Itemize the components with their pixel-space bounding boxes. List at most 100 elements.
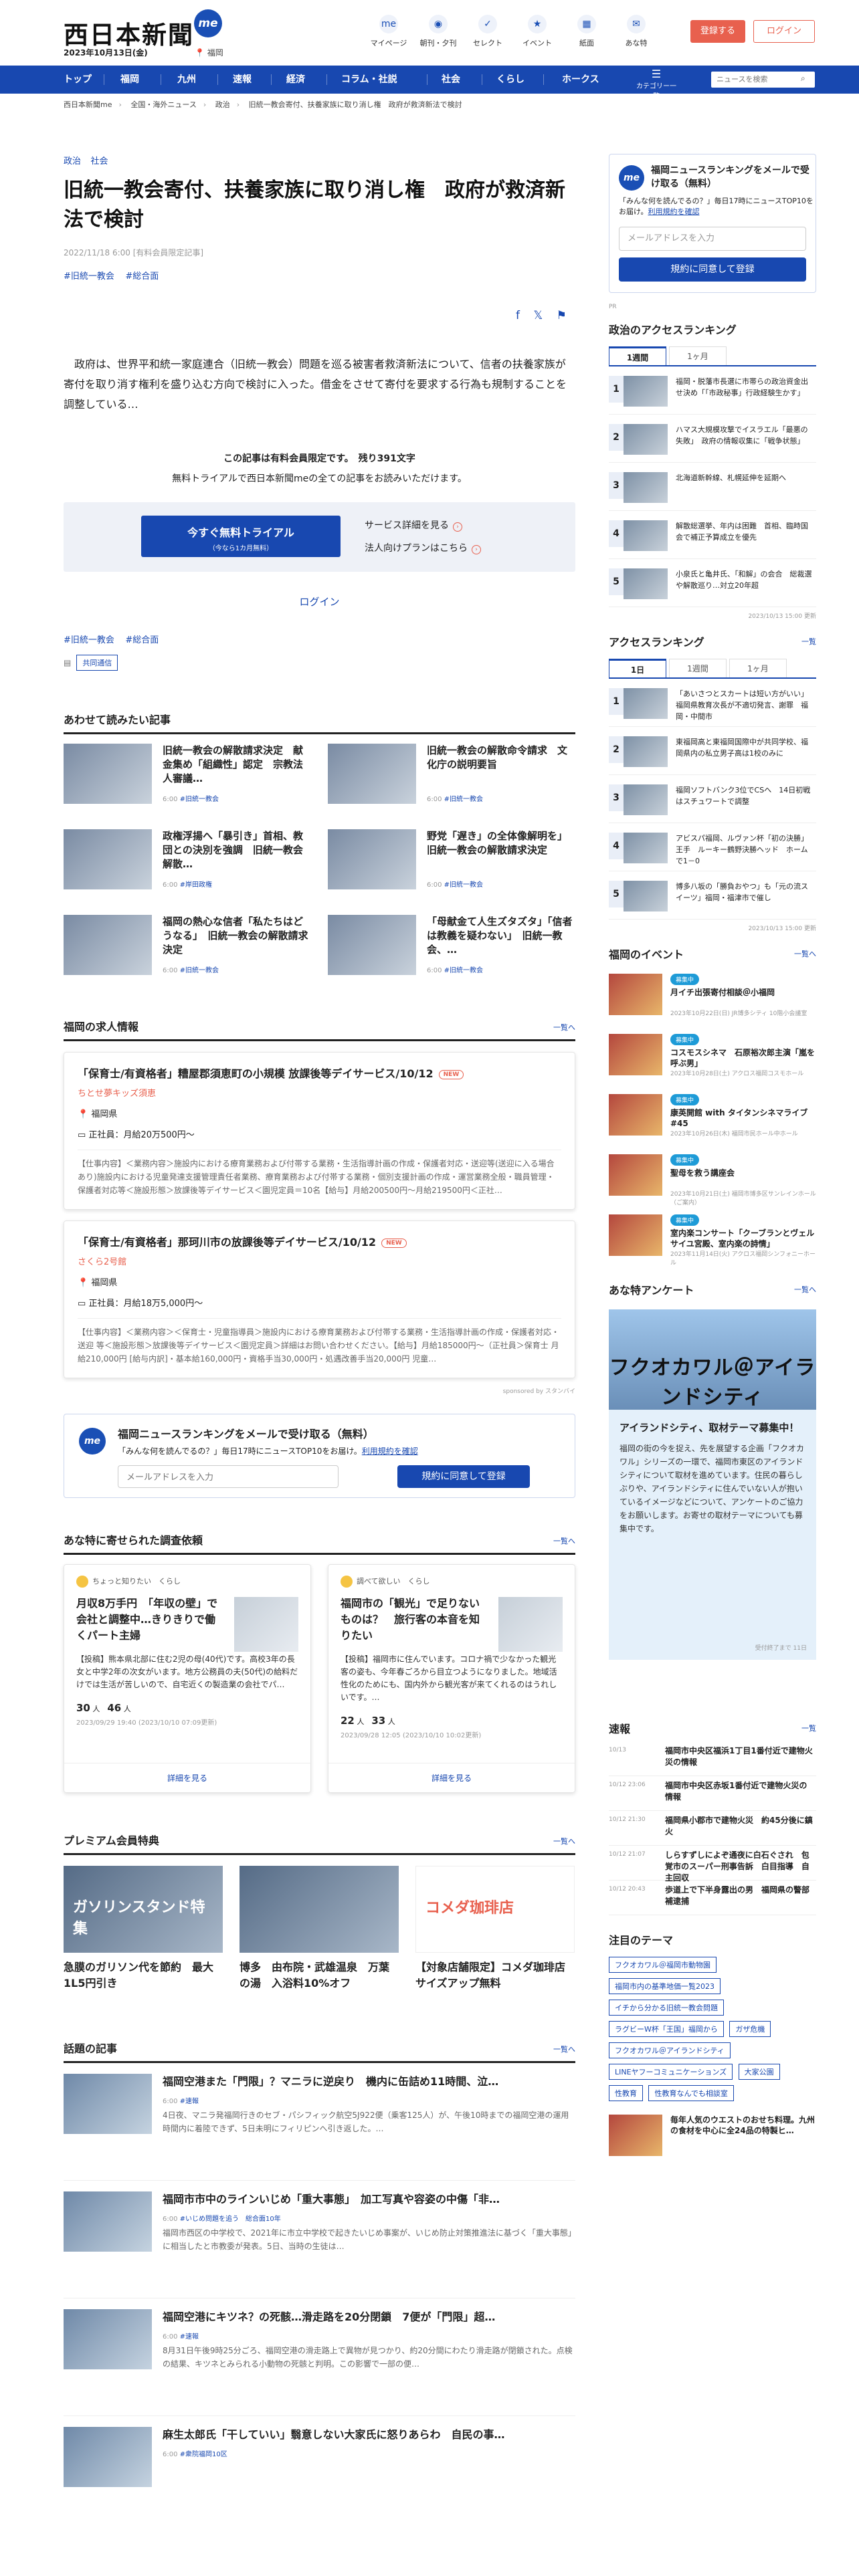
theme-tag[interactable]: フクオカワル＠福岡市動物園: [609, 1957, 717, 1973]
related-item[interactable]: 政権浮揚へ「暴引き」首相、教団との決別を強調 旧統一教会解散… 6:00 #岸田政…: [64, 829, 311, 889]
nav-item-top[interactable]: トップ: [64, 66, 92, 94]
breaking-item[interactable]: 10/12 21:07 しらすずしによぞ通夜に白石ぐされ 包覚市のスーパー刑事告訴…: [609, 1846, 816, 1883]
premium-more-link[interactable]: 一覧へ: [553, 1836, 575, 1846]
tab-week[interactable]: 1週間: [669, 659, 727, 677]
premium-item[interactable]: ガソリンスタンド特集 急膜のガリソン代を節約 最大1L5円引き: [64, 1866, 223, 1992]
survey-card[interactable]: ちょっと知りたい くらし 月収8万手円 「年収の壁」で会社と調整中…きりきりで働…: [64, 1564, 311, 1793]
theme-tag[interactable]: フクオカワル＠アイランドシティ: [609, 2042, 731, 2058]
breadcrumb-item[interactable]: 全国・海外ニュース: [130, 100, 196, 109]
ranking-item[interactable]: 2 東福岡高と東福岡国際中が共同学校、福岡県内の私立男子高は1校のみに: [609, 727, 816, 775]
event-item[interactable]: 募集中 康英開館 with タイタンシネマライブ#45 2023年10月26日(木)…: [609, 1094, 816, 1148]
event-item[interactable]: 募集中 月イチ出張寄付相談＠小福岡 2023年10月22日(日) JR博多シティ 1…: [609, 974, 816, 1027]
event-item[interactable]: 募集中 コスモスシネマ 石原裕次郎主演「嵐を呼ぶ男」 2023年10月28日(土) …: [609, 1034, 816, 1087]
events-more-link[interactable]: 一覧へ: [794, 948, 816, 959]
ranking-item[interactable]: 3 福岡ソフトバンク3位でCSへ 14日初戦はスチュワートで調整: [609, 775, 816, 823]
access-more-link[interactable]: 一覧: [801, 636, 816, 647]
facebook-icon[interactable]: f: [516, 309, 520, 322]
promo-item[interactable]: 毎年人気のウエストのおせち料理。九州の食材を中心に全24品の特製ヒ…: [609, 2115, 816, 2168]
tab-month[interactable]: 1ヶ月: [669, 346, 727, 365]
theme-tag[interactable]: 性教育なんでも相談室: [648, 2085, 734, 2101]
tag-link[interactable]: #総合面: [125, 272, 159, 282]
theme-tag[interactable]: 性教育: [609, 2085, 643, 2101]
ranking-item[interactable]: 3 北海道新幹線、札幌延伸を延期へ: [609, 463, 816, 511]
paper-icon[interactable]: ▦ 紙面: [565, 15, 609, 48]
related-item[interactable]: 旧統一教会の解散命令請求 文化庁の説明要旨 6:00 #旧統一教会: [328, 744, 575, 804]
subscribe-button[interactable]: 規約に同意して登録: [619, 257, 806, 282]
category-link[interactable]: 政治: [64, 156, 81, 167]
job-card[interactable]: 「保育士/有資格者」糟屋郡須恵町の小規模 放課後等デイサービス/10/12 NEW…: [64, 1052, 575, 1210]
nav-item-column[interactable]: コラム・社説: [341, 66, 397, 94]
survey-card[interactable]: 調べて欲しい くらし 福岡市の「観光」で足りないものは？ 旅行客の本音を知りたい…: [328, 1564, 575, 1793]
breadcrumb-item[interactable]: 政治: [215, 100, 230, 109]
me-logo[interactable]: me: [194, 9, 222, 37]
search-input[interactable]: [711, 72, 815, 88]
survey-more-link[interactable]: 一覧へ: [794, 1284, 816, 1295]
subscribe-button[interactable]: 規約に同意して登録: [397, 1465, 530, 1488]
topic-item[interactable]: 福岡市市中のラインいじめ「重大事態」 加工写真や容姿の中傷「非… 6:00 #いじ…: [64, 2191, 575, 2298]
surveys-more-link[interactable]: 一覧へ: [553, 1535, 575, 1546]
nav-item-kyushu[interactable]: 九州: [177, 66, 196, 94]
theme-tag[interactable]: 福岡市内の基準地価一覧2023: [609, 1978, 721, 1994]
survey-detail-link[interactable]: 詳細を見る: [328, 1763, 575, 1792]
nav-item-life[interactable]: くらし: [496, 66, 524, 94]
breaking-item[interactable]: 10/13 福岡市中央区福浜1丁目1番付近で建物火災の情報: [609, 1741, 816, 1776]
twitter-icon[interactable]: 𝕏: [533, 309, 543, 322]
breadcrumb-item[interactable]: 西日本新聞me: [64, 100, 112, 109]
survey-card[interactable]: フクオカワル＠アイランドシティ アイランドシティ、取材テーマ募集中！ 福岡の街の…: [609, 1309, 816, 1660]
bookmark-icon[interactable]: ⚑: [557, 309, 567, 322]
nav-item-economy[interactable]: 経済: [286, 66, 305, 94]
tab-week[interactable]: 1週間: [609, 346, 666, 365]
tag-link[interactable]: #総合面: [125, 635, 159, 645]
premium-item[interactable]: コメダ珈琲店 【対象店舗限定】コメダ珈琲店 サイズアップ無料: [415, 1866, 575, 1992]
mypage-icon[interactable]: me マイページ: [367, 15, 411, 48]
theme-tag[interactable]: ガザ危機: [729, 2021, 771, 2037]
tag-link[interactable]: #旧統一教会: [64, 635, 114, 645]
related-item[interactable]: 福岡の熱心な信者「私たちはどうなる」 旧統一教会の解散請求決定 6:00 #旧統一…: [64, 915, 311, 975]
select-icon[interactable]: ✓ セレクト: [466, 15, 510, 48]
ranking-item[interactable]: 5 博多八坂の「勝負おやつ」も「元の流スイーツ」福岡・福津市で催し: [609, 871, 816, 920]
paywall-login-link[interactable]: ログイン: [64, 595, 575, 609]
ranking-item[interactable]: 1 「あいさつとスカートは短い方がいい」福岡県教育次長が不適切発言、謝罪 福岡・中…: [609, 679, 816, 727]
nav-item-society[interactable]: 社会: [442, 66, 460, 94]
survey-detail-link[interactable]: 詳細を見る: [64, 1763, 310, 1792]
event-item[interactable]: 募集中 室内楽コンサート「クーブランとヴェルサイユ宮殿、室内楽の詩情」 2023年1…: [609, 1214, 816, 1268]
topics-more-link[interactable]: 一覧へ: [553, 2044, 575, 2054]
theme-tag[interactable]: LINEヤフーコミュニケーションズ: [609, 2064, 733, 2080]
ranking-item[interactable]: 4 解散総選挙、年内は困難 首相、臨時国会で補正予算成立を優先: [609, 511, 816, 559]
service-detail-link[interactable]: サービス詳細を見る ›: [365, 518, 462, 532]
theme-tag[interactable]: 大家公園: [738, 2064, 780, 2080]
tab-day[interactable]: 1日: [609, 659, 666, 677]
newspaper-icon[interactable]: ◉ 朝刊・夕刊: [416, 15, 460, 48]
breaking-item[interactable]: 10/12 20:43 歩道上で下半身露出の男 福岡県の警部補逮捕: [609, 1881, 816, 1915]
email-field[interactable]: [118, 1465, 339, 1488]
nav-item-breaking[interactable]: 速報: [233, 66, 252, 94]
email-field[interactable]: メールアドレスを入力: [619, 227, 806, 251]
category-link[interactable]: 社会: [90, 156, 108, 167]
topic-item[interactable]: 福岡空港にキツネ？の死骸…滑走路を20分閉鎖 7便が「門限」超… 6:00 #速報…: [64, 2309, 575, 2416]
tab-month[interactable]: 1ヶ月: [729, 659, 787, 677]
breaking-more-link[interactable]: 一覧: [801, 1723, 816, 1733]
region-selector[interactable]: 📍 福岡: [195, 47, 223, 58]
event-item[interactable]: 募集中 聖母を救う講座会 2023年10月21日(土) 福岡市博多区サンレインホール…: [609, 1154, 816, 1208]
login-button[interactable]: ログイン: [753, 20, 815, 43]
nav-item-fukuoka[interactable]: 福岡: [120, 66, 139, 94]
ranking-item[interactable]: 1 福岡・脱藩市長選に市帯らの政治資金出せ決め「「市政秘事」行政経験生かす」: [609, 366, 816, 415]
free-trial-button[interactable]: 今すぐ無料トライアル （今なら1カ月無料）: [141, 516, 341, 557]
premium-item[interactable]: 博多 由布院・武雄温泉 万葉の湯 入浴料10%オフ: [240, 1866, 399, 1992]
jobs-more-link[interactable]: 一覧へ: [553, 1022, 575, 1033]
theme-tag[interactable]: ラグビーW杯「王国」福岡から: [609, 2021, 724, 2037]
related-item[interactable]: 「母献金て人生ズタズタ」「信者は教義を疑わない」 旧統一教会、… 6:00 #旧統…: [328, 915, 575, 975]
tag-link[interactable]: #旧統一教会: [64, 272, 114, 282]
ranking-item[interactable]: 4 アビスパ福岡、ルヴァン杯「初の決勝」王手 ルーキー鶴野決勝ヘッド ホームで1－…: [609, 823, 816, 871]
category-menu-button[interactable]: ☰ カテゴリー一覧: [636, 68, 677, 101]
theme-tag[interactable]: イチから分かる旧統一教会問題: [609, 2000, 724, 2016]
corporate-plan-link[interactable]: 法人向けプランはこちら ›: [365, 541, 481, 554]
anatoku-icon[interactable]: ✉ あな特: [614, 15, 658, 48]
topic-item[interactable]: 麻生太郎氏「干していい」翳意しない大家氏に怒りあらわ 自民の事… 6:00 #衆院…: [64, 2427, 575, 2534]
search-icon[interactable]: ⌕: [801, 74, 805, 84]
topic-item[interactable]: 福岡空港また「門限」？マニラに逆戻り 機内に缶詰め11時間、泣… 6:00 #速報…: [64, 2074, 575, 2181]
ranking-item[interactable]: 2 ハマス大規模攻撃でイスラエル「最悪の失敗」 政府の情報収集に「戦争状態」: [609, 415, 816, 463]
event-icon[interactable]: ★ イベント: [515, 15, 559, 48]
site-logo[interactable]: 西日本新聞: [64, 15, 194, 51]
terms-link[interactable]: 利用規約を確認: [648, 207, 699, 216]
